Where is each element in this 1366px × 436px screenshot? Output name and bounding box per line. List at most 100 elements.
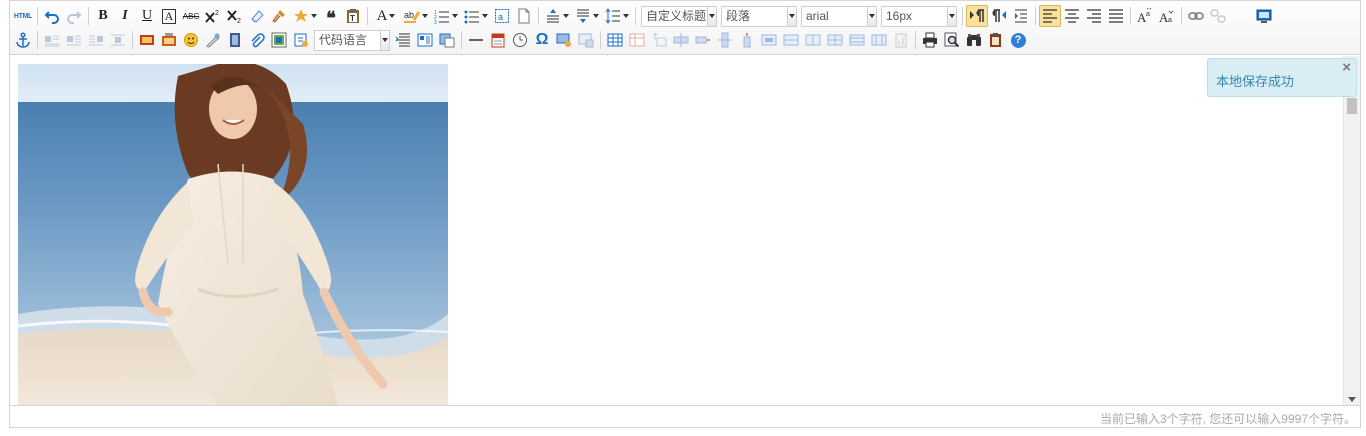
print-icon <box>923 32 937 48</box>
scrawl-button[interactable] <box>202 29 224 51</box>
mergecells-button[interactable] <box>758 29 780 51</box>
formatmatch-button[interactable] <box>268 5 290 27</box>
lineheight-button[interactable] <box>602 5 632 27</box>
vertical-scrollbar[interactable] <box>1343 56 1360 406</box>
insertcode-button[interactable] <box>290 29 312 51</box>
selectall-button[interactable]: a <box>491 5 513 27</box>
subscript-button[interactable]: 2 <box>224 5 246 27</box>
customstyle-select[interactable]: 自定义标题 <box>641 5 717 27</box>
rowspacingbottom-button[interactable] <box>572 5 602 27</box>
preview-button[interactable] <box>941 29 963 51</box>
emotion-button[interactable] <box>180 29 202 51</box>
justifyleft-button[interactable] <box>1039 5 1061 27</box>
background-button[interactable] <box>436 29 458 51</box>
insertimage-button[interactable] <box>158 29 180 51</box>
backcolor-button[interactable]: ab <box>401 5 431 27</box>
scrollbar-thumb[interactable] <box>1347 98 1357 114</box>
strikethrough-icon: ABC <box>182 11 200 21</box>
imageright-button[interactable] <box>85 29 107 51</box>
insertcode-select[interactable]: 代码语言 <box>314 29 390 51</box>
insertunorderedlist-button[interactable] <box>461 5 491 27</box>
fontborder-button[interactable]: A <box>158 5 180 27</box>
chevron-down-icon <box>707 6 716 26</box>
html-source-button[interactable]: HTML <box>12 5 34 27</box>
anchor-button[interactable] <box>12 29 34 51</box>
redo-button[interactable] <box>63 5 85 27</box>
notification-message: 本地保存成功 <box>1216 74 1295 89</box>
blockquote-button[interactable]: ❝ <box>320 5 342 27</box>
drafts-button[interactable] <box>985 29 1007 51</box>
underline-button[interactable]: U <box>136 5 158 27</box>
insertcol-button[interactable] <box>714 29 736 51</box>
insertorderedlist-button[interactable]: 123 <box>431 5 461 27</box>
paragraph-select[interactable]: 段落 <box>721 5 797 27</box>
searchreplace-button[interactable] <box>963 29 985 51</box>
touppercase-button[interactable]: Aa <box>1134 5 1156 27</box>
mergedown-button[interactable] <box>802 29 824 51</box>
bold-button[interactable]: B <box>92 5 114 27</box>
insertframe-button[interactable] <box>268 29 290 51</box>
wordimage-button[interactable] <box>575 29 597 51</box>
pagebreak-button[interactable] <box>392 29 414 51</box>
scroll-down-arrow-icon[interactable] <box>1348 397 1356 402</box>
simpleupload-button[interactable] <box>136 29 158 51</box>
insertvideo-button[interactable] <box>224 29 246 51</box>
pasteplain-button[interactable]: T <box>342 5 364 27</box>
date-button[interactable] <box>487 29 509 51</box>
removeformat-button[interactable] <box>246 5 268 27</box>
justifyjustify-button[interactable] <box>1105 5 1127 27</box>
attachment-button[interactable] <box>246 29 268 51</box>
imagecenter-button[interactable] <box>107 29 129 51</box>
snapscreen-button[interactable] <box>553 29 575 51</box>
splittorows-button[interactable] <box>846 29 868 51</box>
cleardoc-button[interactable] <box>513 5 535 27</box>
underline-icon: U <box>141 8 153 23</box>
link-button[interactable] <box>1185 5 1207 27</box>
superscript-button[interactable]: 2 <box>202 5 224 27</box>
beach-photo[interactable] <box>18 64 448 406</box>
deleterow-button[interactable] <box>692 29 714 51</box>
splittocells-button[interactable] <box>824 29 846 51</box>
indent-button[interactable] <box>1010 5 1032 27</box>
directionality-rtl-button[interactable] <box>988 5 1010 27</box>
justifyright-button[interactable] <box>1083 5 1105 27</box>
fontsize-select[interactable]: 16px <box>881 5 957 27</box>
editor-content-area[interactable] <box>10 56 1343 406</box>
deletecol-button[interactable] <box>736 29 758 51</box>
strikethrough-button[interactable]: ABC <box>180 5 202 27</box>
row-spacing-bottom-icon <box>577 9 589 23</box>
template-button[interactable] <box>414 29 436 51</box>
line-height-icon <box>605 8 620 24</box>
help-button[interactable]: ? <box>1007 29 1029 51</box>
imagenone-button[interactable] <box>41 29 63 51</box>
fontfamily-select[interactable]: arial <box>801 5 877 27</box>
forecolor-button[interactable]: A <box>371 5 401 27</box>
svg-text:a: a <box>1146 11 1150 18</box>
image-right-icon <box>89 35 103 46</box>
deletetable-button[interactable] <box>626 29 648 51</box>
charts-button[interactable] <box>890 29 912 51</box>
justifycenter-button[interactable] <box>1061 5 1083 27</box>
mergeright-button[interactable] <box>780 29 802 51</box>
unlink-button[interactable] <box>1207 5 1229 27</box>
insertparagraphbeforetable-button[interactable] <box>648 29 670 51</box>
horizontal-button[interactable] <box>465 29 487 51</box>
unlink-icon <box>1210 9 1226 23</box>
notification-close-button[interactable]: × <box>1342 59 1351 76</box>
inserttable-button[interactable] <box>604 29 626 51</box>
toolbar-row-1: HTML B I U A ABC 2 2 ❝ T A ab 123 a 自定义标… <box>12 4 1275 28</box>
align-right-icon <box>1087 9 1101 23</box>
italic-button[interactable]: I <box>114 5 136 27</box>
tolowercase-button[interactable]: Aa <box>1156 5 1178 27</box>
print-button[interactable] <box>919 29 941 51</box>
rowspacingtop-button[interactable] <box>542 5 572 27</box>
autotypeset-button[interactable] <box>290 5 320 27</box>
splittocols-button[interactable] <box>868 29 890 51</box>
fullscreen-button[interactable] <box>1253 5 1275 27</box>
imageleft-button[interactable] <box>63 29 85 51</box>
directionality-ltr-button[interactable] <box>966 5 988 27</box>
time-button[interactable] <box>509 29 531 51</box>
insertrow-button[interactable] <box>670 29 692 51</box>
spechars-button[interactable]: Ω <box>531 29 553 51</box>
undo-button[interactable] <box>41 5 63 27</box>
